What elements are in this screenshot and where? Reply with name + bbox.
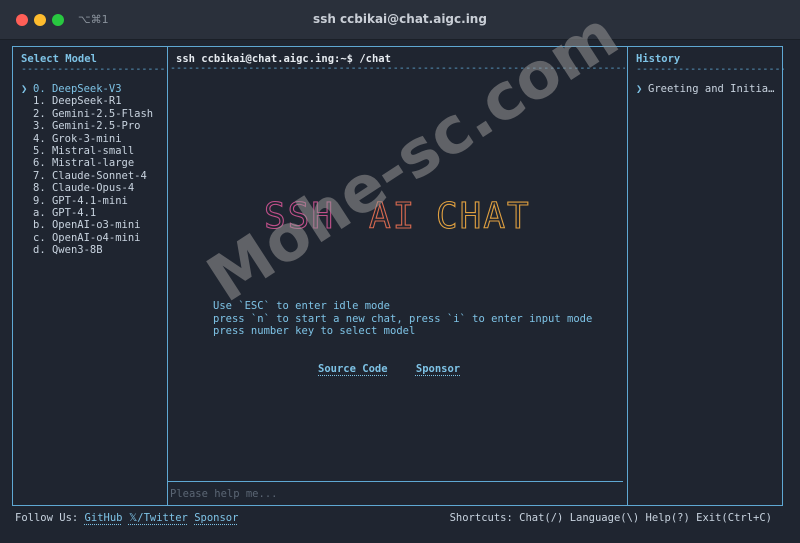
model-key: c.	[33, 231, 46, 244]
model-item[interactable]: ❯ 0. DeepSeek-V3	[21, 83, 167, 95]
history-panel-separator: --------------------------	[636, 65, 784, 75]
model-item[interactable]: 6. Mistral-large	[21, 157, 167, 169]
help-line: Use `ESC` to enter idle mode	[213, 300, 391, 312]
model-name: GPT-4.1-mini	[51, 194, 128, 207]
terminal-frame: Select Model -------------------------- …	[12, 46, 784, 506]
footer: Follow Us: GitHub 𝕏/Twitter Sponsor Shor…	[15, 512, 772, 526]
model-item[interactable]: 3. Gemini-2.5-Pro	[21, 120, 167, 132]
model-name: Gemini-2.5-Pro	[51, 120, 141, 133]
model-key: 5.	[33, 144, 46, 157]
chat-panel-separator: ----------------------------------------…	[170, 65, 625, 74]
github-link[interactable]: GitHub	[85, 512, 123, 524]
model-key: 2.	[33, 107, 46, 120]
history-panel-title: History	[636, 53, 681, 65]
banner-word: SSH	[264, 197, 335, 233]
model-key: 3.	[33, 120, 46, 133]
model-item[interactable]: d. Qwen3-8B	[21, 244, 167, 256]
model-key: a.	[33, 206, 46, 219]
model-list: ❯ 0. DeepSeek-V3 1. DeepSeek-R1 2. Gemini-2…	[21, 83, 167, 256]
source-code-link[interactable]: Source Code	[318, 363, 388, 375]
model-item[interactable]: c. OpenAI-o4-mini	[21, 232, 167, 244]
model-select-panel: Select Model -------------------------- …	[13, 47, 167, 505]
history-panel: History -------------------------- ❯ Gree…	[628, 47, 784, 505]
chat-prompt-title: ssh ccbikai@chat.aigc.ing:~$ /chat	[176, 53, 391, 65]
model-item[interactable]: 9. GPT-4.1-mini	[21, 195, 167, 207]
model-item[interactable]: 8. Claude-Opus-4	[21, 182, 167, 194]
model-item[interactable]: b. OpenAI-o3-mini	[21, 219, 167, 231]
chat-panel: ssh ccbikai@chat.aigc.ing:~$ /chat -----…	[168, 47, 627, 505]
chat-input[interactable]	[170, 486, 610, 502]
model-key: 9.	[33, 194, 46, 207]
model-name: Gemini-2.5-Flash	[51, 107, 154, 120]
banner-word: CHAT	[436, 197, 531, 233]
model-name: OpenAI-o4-mini	[51, 231, 141, 244]
follow-label: Follow Us:	[15, 512, 79, 524]
model-key: 4.	[33, 132, 46, 145]
twitter-link[interactable]: 𝕏/Twitter	[129, 512, 188, 524]
sponsor-link[interactable]: Sponsor	[416, 363, 460, 375]
ssh-ai-chat-banner: SSH AI CHAT	[264, 197, 531, 233]
model-item[interactable]: 1. DeepSeek-R1	[21, 95, 167, 107]
history-item[interactable]: ❯ Greeting and Initial Conversation	[636, 83, 778, 95]
model-name: Grok-3-mini	[51, 132, 122, 145]
model-item[interactable]: a. GPT-4.1	[21, 207, 167, 219]
model-key: 1.	[33, 95, 46, 108]
model-panel-separator: --------------------------	[21, 65, 167, 75]
model-name: OpenAI-o3-mini	[51, 219, 141, 232]
footer-follow: Follow Us: GitHub 𝕏/Twitter Sponsor	[15, 512, 238, 524]
model-key: d.	[33, 244, 46, 257]
help-text: Use `ESC` to enter idle mode press `n` t…	[213, 300, 592, 338]
history-item-label: Greeting and Initial Conversation	[648, 83, 778, 95]
model-name: Qwen3-8B	[51, 244, 103, 257]
help-line: press number key to select model	[213, 325, 416, 338]
model-item[interactable]: 7. Claude-Sonnet-4	[21, 170, 167, 182]
banner-word: AI	[369, 197, 416, 233]
model-name: DeepSeek-R1	[51, 95, 122, 108]
model-name: Claude-Sonnet-4	[51, 169, 147, 182]
chat-input-area	[168, 481, 623, 505]
model-key: 7.	[33, 169, 46, 182]
history-marker-icon: ❯	[636, 83, 643, 95]
model-panel-title: Select Model	[21, 53, 97, 65]
model-key: 8.	[33, 182, 46, 195]
selected-marker-icon: ❯	[21, 83, 28, 95]
model-key: 0.	[33, 83, 46, 95]
model-item[interactable]: 5. Mistral-small	[21, 145, 167, 157]
window-titlebar: ⌥⌘1 ssh ccbikai@chat.aigc.ing	[0, 0, 800, 40]
model-name: Mistral-small	[51, 144, 135, 157]
model-name: Claude-Opus-4	[51, 182, 135, 195]
help-line: press `n` to start a new chat, press `i`…	[213, 312, 593, 325]
window-title: ssh ccbikai@chat.aigc.ing	[313, 12, 487, 26]
model-item[interactable]: 4. Grok-3-mini	[21, 133, 167, 145]
footer-sponsor-link[interactable]: Sponsor	[194, 512, 238, 524]
shortcuts-hint: Shortcuts: Chat(/) Language(\) Help(?) E…	[449, 512, 772, 524]
model-key: 6.	[33, 157, 46, 170]
banner-links: Source Code Sponsor	[318, 363, 482, 375]
model-name: Mistral-large	[51, 157, 135, 170]
model-name: DeepSeek-V3	[51, 83, 122, 95]
model-item[interactable]: 2. Gemini-2.5-Flash	[21, 108, 167, 120]
model-name: GPT-4.1	[51, 206, 97, 219]
model-key: b.	[33, 219, 46, 232]
